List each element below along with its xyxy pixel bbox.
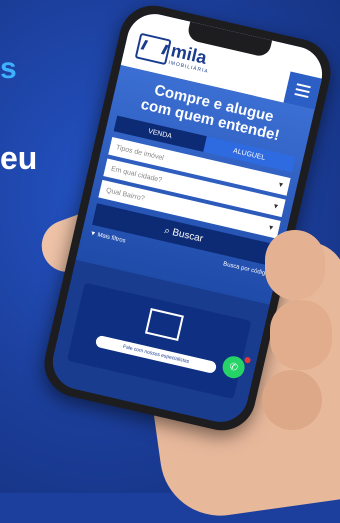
search-button-label: Buscar <box>171 226 205 245</box>
hand-finger-2 <box>270 300 332 370</box>
house-icon <box>144 308 184 342</box>
city-placeholder: Em qual cidade? <box>110 165 163 184</box>
side-text-fragment-1: s <box>0 52 17 85</box>
chevron-down-icon: ▾ <box>268 222 274 233</box>
hand-finger-3 <box>262 370 322 430</box>
side-text-fragment-2: eu <box>0 140 38 176</box>
chevron-down-icon: ▾ <box>277 179 284 190</box>
chevron-down-icon: ▾ <box>272 201 279 211</box>
specialists-button[interactable]: Fale com nossos especialistas <box>94 334 218 375</box>
specialists-card: Fale com nossos especialistas <box>66 282 252 399</box>
property-type-placeholder: Tipos de imóvel <box>115 143 165 162</box>
notification-dot <box>243 356 252 364</box>
more-filters-link[interactable]: ▼ Mais filtros <box>89 231 126 245</box>
neighborhood-placeholder: Qual Bairro? <box>105 186 146 203</box>
hand-finger-1 <box>265 230 325 300</box>
logo-icon <box>134 32 172 66</box>
